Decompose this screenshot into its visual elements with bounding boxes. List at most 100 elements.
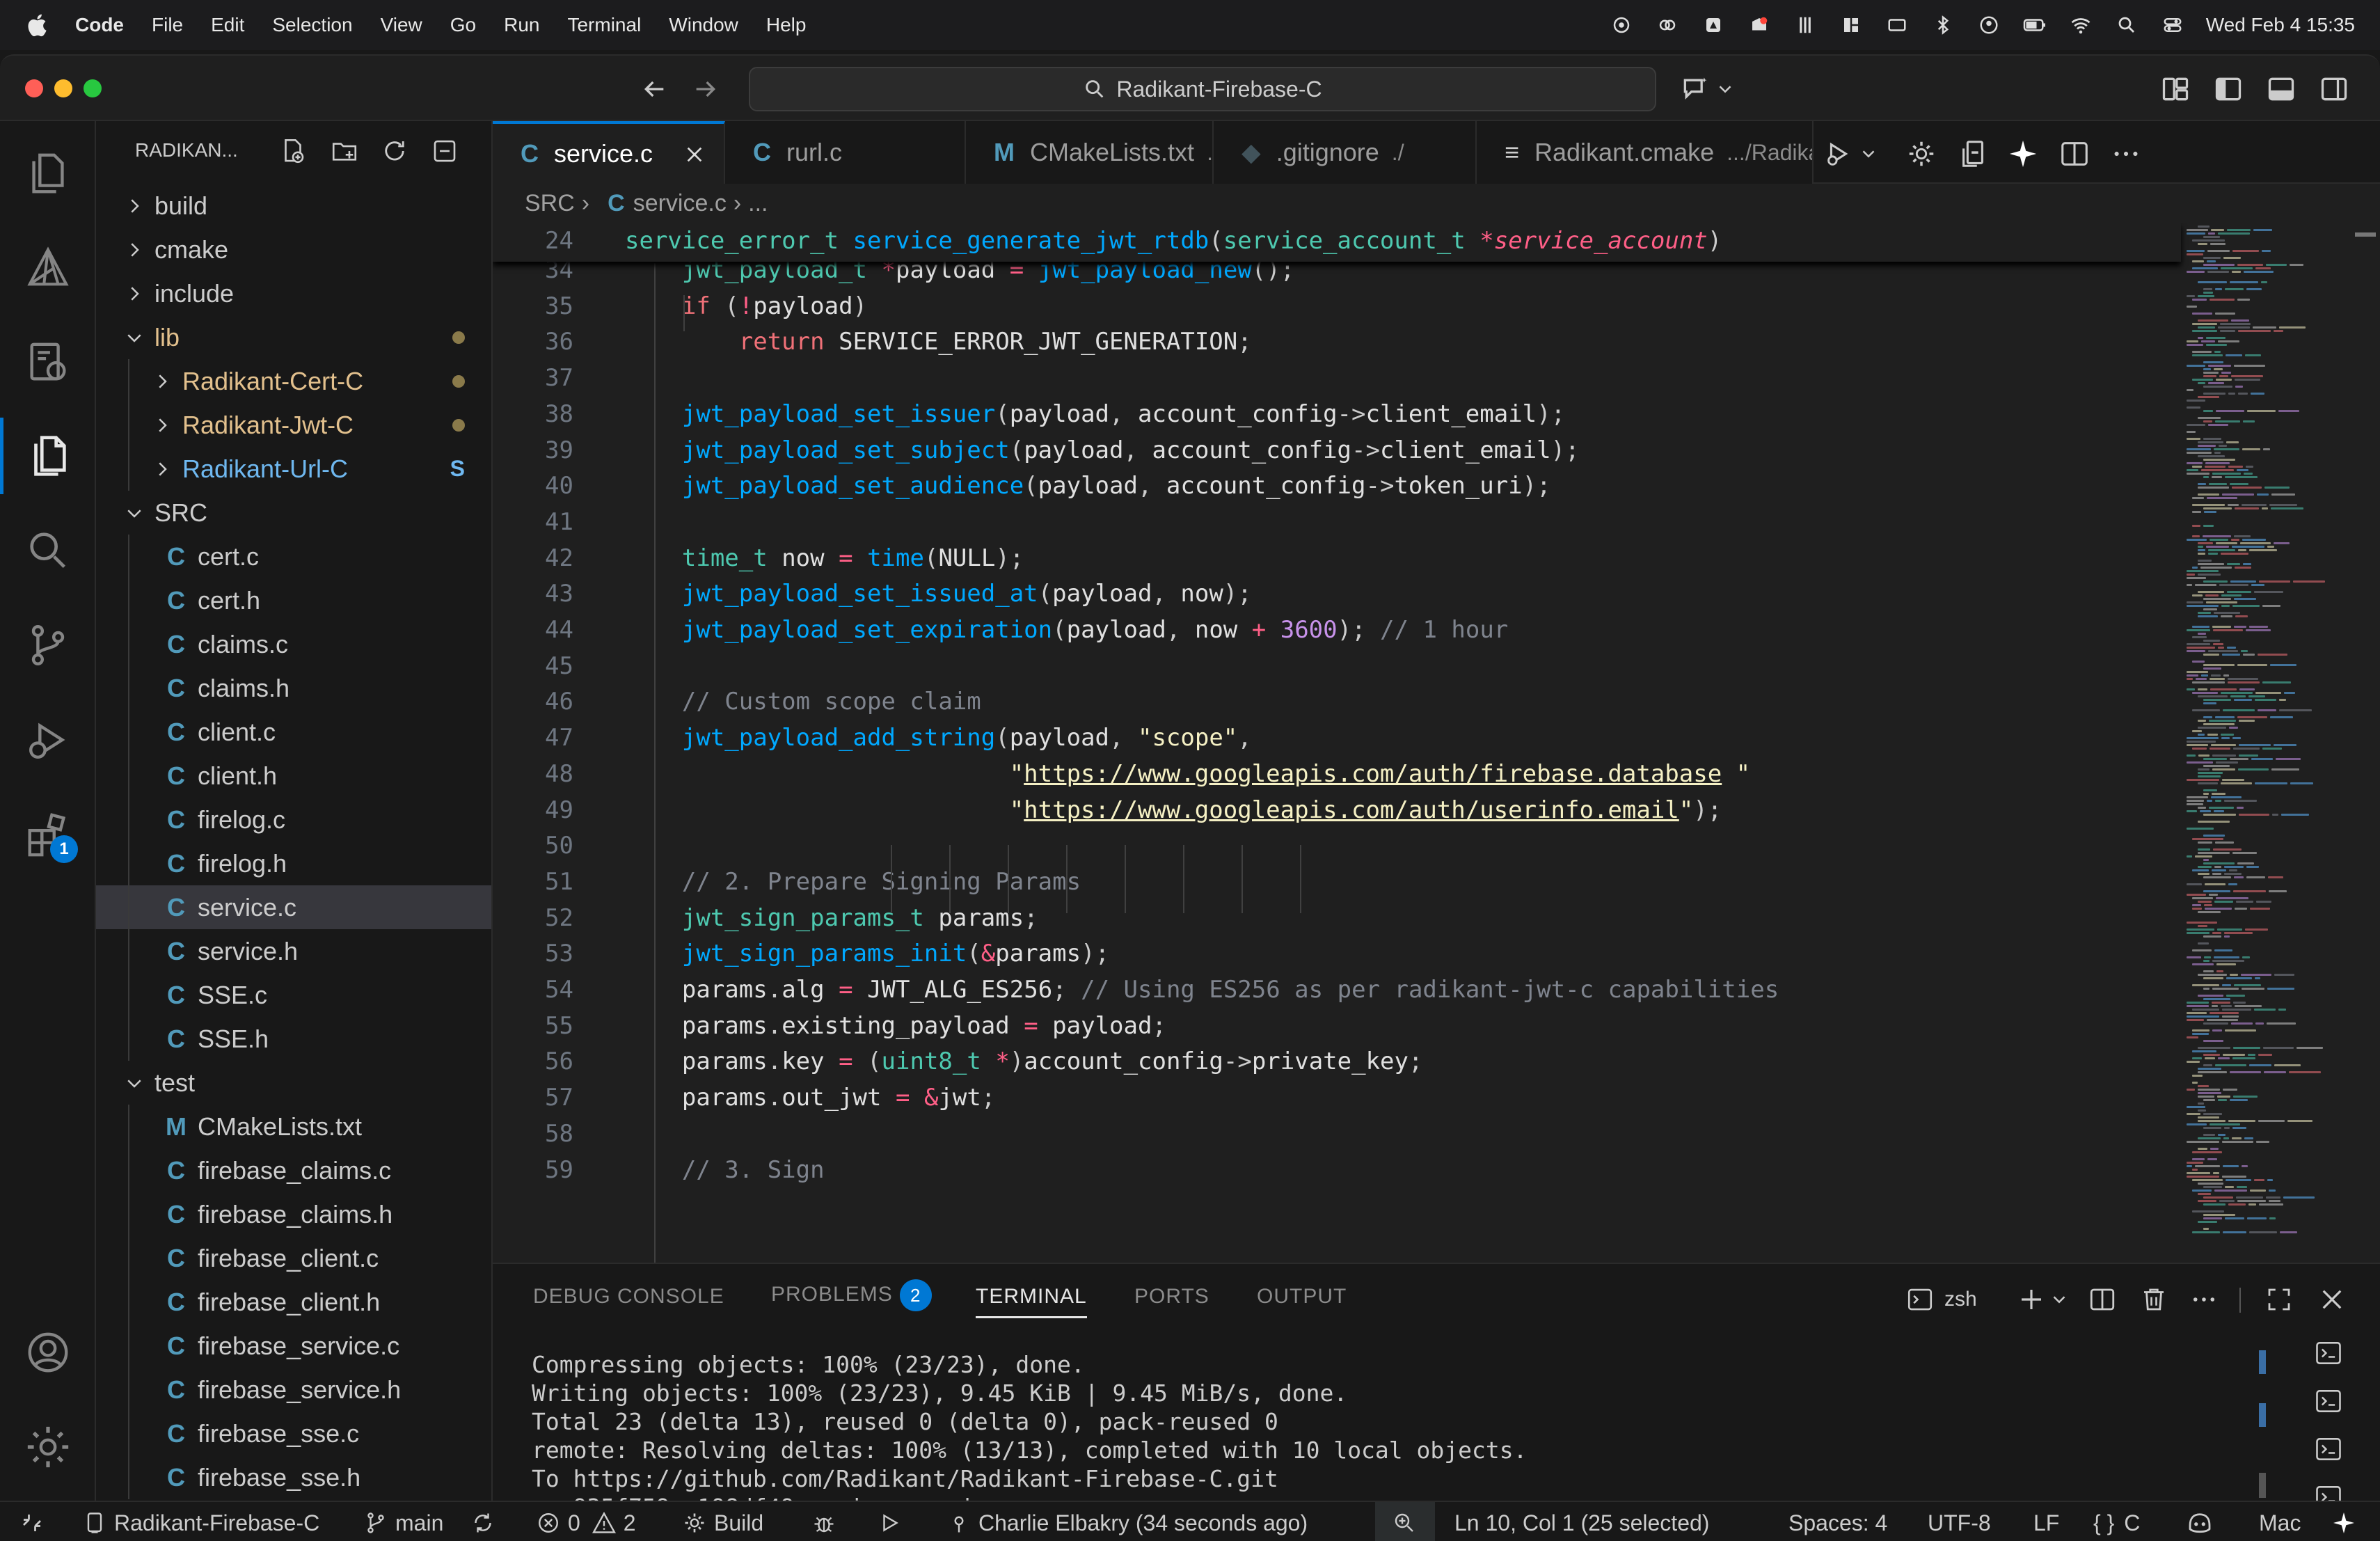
menu-file[interactable]: File — [152, 14, 183, 36]
tab-radikant-cmake[interactable]: ≡ Radikant.cmake .../Radikant-Cert — [1477, 121, 1814, 184]
close-panel-icon[interactable] — [2317, 1285, 2347, 1314]
tab-gitignore[interactable]: ◆ .gitignore ./ — [1214, 121, 1477, 184]
search-icon[interactable] — [24, 526, 72, 575]
code-editor[interactable]: 24 service_error_t service_generate_jwt_… — [493, 223, 2380, 1263]
cmake-run-button[interactable] — [877, 1502, 909, 1541]
tab-cmakelists[interactable]: M CMakeLists.txt ./ — [966, 121, 1214, 184]
forward-arrow-icon[interactable] — [692, 75, 720, 103]
tools-icon[interactable] — [1793, 15, 1818, 35]
platform-indicator[interactable]: Mac — [2259, 1502, 2301, 1541]
menu-help[interactable]: Help — [766, 14, 807, 36]
tree-file[interactable]: Cfirebase_sse.c — [96, 1412, 491, 1455]
menu-view[interactable]: View — [381, 14, 422, 36]
refresh-icon[interactable] — [380, 136, 409, 166]
display-icon[interactable] — [1885, 15, 1910, 35]
tree-file[interactable]: Cfirebase_service.c — [96, 1324, 491, 1368]
tree-file[interactable]: Cclaims.h — [96, 666, 491, 710]
apple-icon[interactable] — [25, 12, 51, 38]
tab-rurl-c[interactable]: C rurl.c — [725, 121, 966, 184]
tree-file[interactable]: Cservice.h — [96, 929, 491, 973]
more-actions-icon[interactable] — [2110, 138, 2142, 170]
split-terminal-icon[interactable] — [2088, 1285, 2117, 1314]
cursor-position[interactable]: Ln 10, Col 1 (25 selected) — [1454, 1502, 1709, 1541]
tree-folder[interactable]: SRC — [96, 491, 491, 535]
tree-folder[interactable]: Radikant-Cert-C — [96, 359, 491, 403]
menu-go[interactable]: Go — [450, 14, 476, 36]
tab-service-c[interactable]: C service.c — [493, 121, 725, 184]
creative-cloud-icon[interactable] — [1655, 15, 1680, 35]
cmake-icon[interactable] — [24, 244, 72, 292]
more-actions-icon[interactable] — [2189, 1285, 2219, 1314]
breadcrumb-folder[interactable]: SRC — [525, 190, 575, 217]
terminal-instance-icon[interactable] — [2313, 1338, 2344, 1368]
zoom-indicator[interactable] — [1392, 1502, 1424, 1541]
customize-layout-icon[interactable] — [2160, 74, 2191, 104]
tree-file[interactable]: Ccert.h — [96, 578, 491, 622]
tab-debug-console[interactable]: DEBUG CONSOLE — [533, 1285, 724, 1309]
remote-explorer-icon[interactable] — [24, 338, 72, 387]
run-code-icon[interactable] — [1822, 138, 1854, 170]
extensions-icon[interactable]: 1 — [24, 810, 78, 863]
terminal-shell-name[interactable]: zsh — [1944, 1288, 1977, 1311]
menu-run[interactable]: Run — [504, 14, 539, 36]
copilot-sparkle-icon[interactable] — [2007, 138, 2039, 170]
tree-folder[interactable]: build — [96, 184, 491, 228]
tree-file[interactable]: Cfirebase_client.h — [96, 1280, 491, 1324]
user-icon[interactable] — [1976, 15, 2001, 35]
battery-icon[interactable] — [2022, 15, 2047, 35]
tree-folder[interactable]: test — [96, 1061, 491, 1105]
tree-file[interactable]: Cclient.c — [96, 710, 491, 754]
breadcrumb-more[interactable]: ... — [748, 190, 768, 217]
tree-folder[interactable]: Radikant-Url-C S — [96, 447, 491, 491]
terminal-instance-icon[interactable] — [2313, 1434, 2344, 1464]
tree-file[interactable]: M CMakeLists.txt — [96, 1105, 491, 1148]
notifications-indicator[interactable] — [2331, 1502, 2363, 1541]
tree-file[interactable]: Cfirelog.h — [96, 841, 491, 885]
close-icon[interactable] — [683, 143, 706, 166]
split-editor-icon[interactable] — [2058, 138, 2091, 170]
sync-indicator[interactable] — [470, 1502, 502, 1541]
tree-folder[interactable]: lib — [96, 315, 491, 359]
menu-edit[interactable]: Edit — [211, 14, 244, 36]
git-branch-indicator[interactable]: main — [363, 1502, 443, 1541]
cmake-build-button[interactable]: Build — [682, 1502, 763, 1541]
trash-icon[interactable] — [2139, 1285, 2168, 1314]
new-file-icon[interactable] — [278, 136, 308, 166]
workspace-indicator[interactable]: Radikant-Firebase-C — [82, 1502, 319, 1541]
problems-indicator[interactable]: 0 2 — [536, 1502, 636, 1541]
tree-file[interactable]: Cclient.h — [96, 754, 491, 798]
menu-terminal[interactable]: Terminal — [567, 14, 641, 36]
tree-file[interactable]: Cfirebase_sse.h — [96, 1455, 491, 1499]
tree-file[interactable]: Ccert.c — [96, 535, 491, 578]
minimize-window-button[interactable] — [54, 79, 72, 97]
zoom-window-button[interactable] — [84, 79, 102, 97]
eol-indicator[interactable]: LF — [2033, 1502, 2059, 1541]
sticky-scroll-header[interactable]: 24 service_error_t service_generate_jwt_… — [493, 223, 2181, 262]
menu-window[interactable]: Window — [669, 14, 738, 36]
settings-gear-icon[interactable] — [24, 1423, 72, 1471]
tab-output[interactable]: OUTPUT — [1257, 1285, 1347, 1309]
open-changes-icon[interactable] — [1957, 138, 1989, 170]
accounts-icon[interactable] — [24, 1328, 72, 1377]
copilot-status[interactable] — [2185, 1502, 2221, 1541]
chevron-down-icon[interactable] — [1715, 74, 1736, 104]
tree-folder[interactable]: include — [96, 271, 491, 315]
tree-folder[interactable]: Radikant-Jwt-C — [96, 403, 491, 447]
tree-file[interactable]: Cfirebase_client.c — [96, 1236, 491, 1280]
minimap-slider[interactable] — [2355, 232, 2376, 237]
tree-file[interactable]: C SSE.h — [96, 1017, 491, 1061]
chevron-down-icon[interactable] — [2049, 1285, 2070, 1314]
explorer-icon[interactable] — [0, 418, 72, 494]
tab-ports[interactable]: PORTS — [1134, 1285, 1209, 1309]
new-terminal-plus-icon[interactable] — [2017, 1285, 2046, 1314]
tree-file[interactable]: Cfirebase_claims.c — [96, 1148, 491, 1192]
toggle-primary-sidebar-icon[interactable] — [2213, 74, 2244, 104]
explorer-files-icon[interactable] — [24, 149, 72, 198]
command-center[interactable]: Radikant-Firebase-C — [749, 67, 1656, 111]
back-arrow-icon[interactable] — [640, 75, 668, 103]
openai-status-icon[interactable] — [1609, 15, 1634, 35]
record-icon[interactable] — [1747, 15, 1772, 35]
toggle-panel-icon[interactable] — [2266, 74, 2296, 104]
control-center-icon[interactable] — [2160, 15, 2185, 35]
terminal-scrollbar[interactable] — [2259, 1473, 2266, 1498]
